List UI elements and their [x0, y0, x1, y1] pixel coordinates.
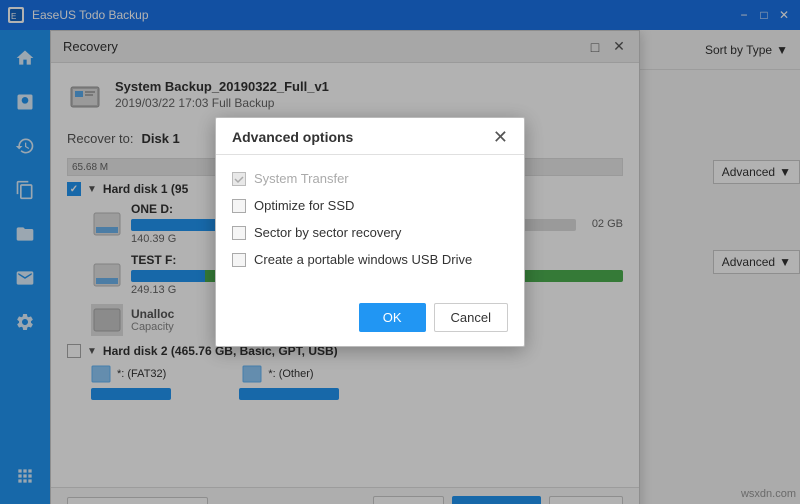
usb-label: Create a portable windows USB Drive: [254, 252, 472, 267]
sector-checkbox[interactable]: [232, 226, 246, 240]
dialog-title: Advanced options: [232, 129, 353, 145]
dialog-body: System Transfer Optimize for SSD Sector …: [216, 155, 524, 295]
dialog-ok-button[interactable]: OK: [359, 303, 426, 332]
system-transfer-checkbox: [232, 172, 246, 186]
usb-checkbox[interactable]: [232, 253, 246, 267]
sector-label: Sector by sector recovery: [254, 225, 401, 240]
dialog-option-sector[interactable]: Sector by sector recovery: [232, 225, 508, 240]
dialog-close-button[interactable]: ✕: [493, 128, 508, 146]
ssd-label: Optimize for SSD: [254, 198, 354, 213]
dialog-footer: OK Cancel: [216, 295, 524, 346]
advanced-options-dialog: Advanced options ✕ System Transfer Optim…: [215, 117, 525, 347]
ssd-checkbox[interactable]: [232, 199, 246, 213]
dialog-title-bar: Advanced options ✕: [216, 118, 524, 155]
dialog-option-usb[interactable]: Create a portable windows USB Drive: [232, 252, 508, 267]
dialog-overlay: Advanced options ✕ System Transfer Optim…: [0, 0, 800, 504]
dialog-option-system-transfer: System Transfer: [232, 171, 508, 186]
dialog-option-ssd[interactable]: Optimize for SSD: [232, 198, 508, 213]
dialog-cancel-button[interactable]: Cancel: [434, 303, 508, 332]
system-transfer-label: System Transfer: [254, 171, 349, 186]
